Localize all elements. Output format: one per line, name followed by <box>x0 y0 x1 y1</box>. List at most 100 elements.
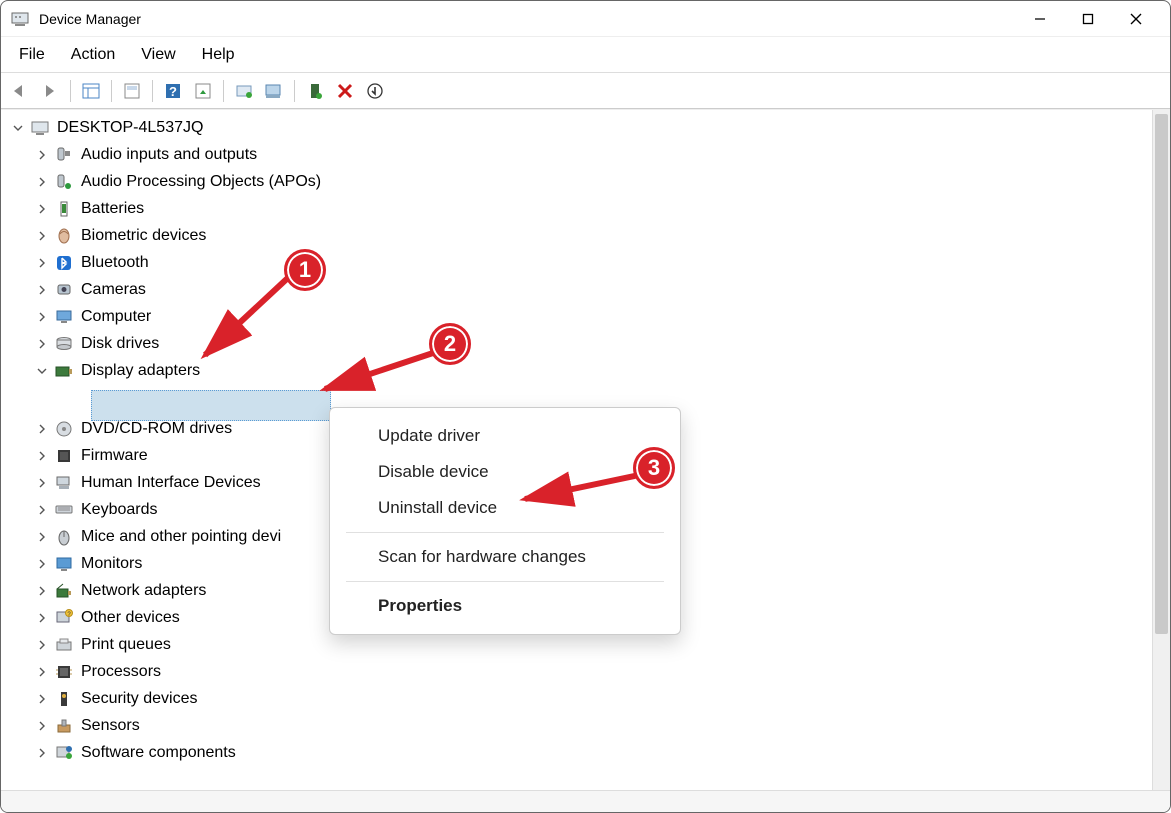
tree-category-label: Processors <box>81 663 161 681</box>
back-button[interactable] <box>7 78 33 104</box>
update-button[interactable] <box>190 78 216 104</box>
chevron-right-icon[interactable] <box>35 611 49 625</box>
scrollbar-thumb[interactable] <box>1155 114 1168 634</box>
tree-category-label: Cameras <box>81 281 146 299</box>
chevron-right-icon[interactable] <box>35 310 49 324</box>
maximize-button[interactable] <box>1064 1 1112 37</box>
device-manager-window: Device Manager File Action View Help ? <box>0 0 1171 813</box>
tree-category-label: Display adapters <box>81 362 200 380</box>
tree-root[interactable]: DESKTOP-4L537JQ <box>11 114 1152 141</box>
annotation-badge-2: 2 <box>429 323 471 365</box>
tree-category[interactable]: Sensors <box>11 712 1152 739</box>
chevron-right-icon[interactable] <box>35 503 49 517</box>
category-icon: ? <box>53 607 75 629</box>
category-icon <box>53 144 75 166</box>
show-hidden-button[interactable] <box>78 78 104 104</box>
tree-category-label: Keyboards <box>81 501 158 519</box>
tree-category[interactable]: Batteries <box>11 195 1152 222</box>
annotation-arrow-2 <box>311 345 451 405</box>
category-icon <box>53 333 75 355</box>
tree-category-label: Print queues <box>81 636 171 654</box>
menu-file[interactable]: File <box>7 42 57 68</box>
annotation-badge-1: 1 <box>284 249 326 291</box>
tree-category[interactable]: Biometric devices <box>11 222 1152 249</box>
tree-category[interactable]: Computer <box>11 303 1152 330</box>
context-scan-hardware[interactable]: Scan for hardware changes <box>330 539 680 575</box>
tree-category[interactable]: Display adapters <box>11 357 1152 384</box>
tree-category[interactable]: Audio Processing Objects (APOs) <box>11 168 1152 195</box>
category-icon <box>53 742 75 764</box>
chevron-right-icon[interactable] <box>35 229 49 243</box>
uninstall-button[interactable] <box>332 78 358 104</box>
toolbar: ? <box>1 73 1170 109</box>
chevron-right-icon[interactable] <box>35 638 49 652</box>
category-icon <box>53 445 75 467</box>
tree-category-label: Batteries <box>81 200 144 218</box>
context-update-driver[interactable]: Update driver <box>330 418 680 454</box>
chevron-right-icon[interactable] <box>35 476 49 490</box>
context-separator <box>346 581 664 582</box>
tree-category[interactable]: Processors <box>11 658 1152 685</box>
forward-button[interactable] <box>37 78 63 104</box>
tree-category[interactable]: Cameras <box>11 276 1152 303</box>
app-icon <box>11 10 29 28</box>
tree-category-label: DVD/CD-ROM drives <box>81 420 232 438</box>
category-icon <box>53 661 75 683</box>
chevron-right-icon[interactable] <box>35 530 49 544</box>
chevron-right-icon[interactable] <box>35 665 49 679</box>
chevron-right-icon[interactable] <box>35 283 49 297</box>
scan-button[interactable] <box>231 78 257 104</box>
chevron-right-icon[interactable] <box>35 584 49 598</box>
category-icon <box>53 688 75 710</box>
annotation-arrow-1 <box>191 269 301 369</box>
minimize-button[interactable] <box>1016 1 1064 37</box>
chevron-right-icon[interactable] <box>35 148 49 162</box>
context-menu: Update driver Disable device Uninstall d… <box>329 407 681 635</box>
chevron-down-icon[interactable] <box>11 121 25 135</box>
add-driver-button[interactable] <box>261 78 287 104</box>
tree-category-label: Bluetooth <box>81 254 149 272</box>
tree-category[interactable]: Bluetooth <box>11 249 1152 276</box>
chevron-right-icon[interactable] <box>35 337 49 351</box>
tree-category[interactable]: Print queues <box>11 631 1152 658</box>
category-icon <box>53 171 75 193</box>
help-button[interactable]: ? <box>160 78 186 104</box>
annotation-badge-3: 3 <box>633 447 675 489</box>
chevron-right-icon[interactable] <box>35 746 49 760</box>
properties-button[interactable] <box>119 78 145 104</box>
menu-view[interactable]: View <box>129 42 187 68</box>
tree-category-label: Network adapters <box>81 582 206 600</box>
context-separator <box>346 532 664 533</box>
computer-icon <box>29 117 51 139</box>
category-icon <box>53 418 75 440</box>
chevron-right-icon[interactable] <box>35 175 49 189</box>
category-icon <box>53 225 75 247</box>
enable-button[interactable] <box>302 78 328 104</box>
close-button[interactable] <box>1112 1 1160 37</box>
context-properties[interactable]: Properties <box>330 588 680 624</box>
chevron-down-icon[interactable] <box>35 364 49 378</box>
tree-category-label: Monitors <box>81 555 142 573</box>
chevron-right-icon[interactable] <box>35 692 49 706</box>
tree-category[interactable]: Audio inputs and outputs <box>11 141 1152 168</box>
tree-category[interactable]: Software components <box>11 739 1152 766</box>
vertical-scrollbar[interactable] <box>1152 110 1170 790</box>
tree-category[interactable]: Security devices <box>11 685 1152 712</box>
chevron-right-icon[interactable] <box>35 202 49 216</box>
chevron-right-icon[interactable] <box>35 557 49 571</box>
chevron-right-icon[interactable] <box>35 422 49 436</box>
devices-by-connection-button[interactable] <box>362 78 388 104</box>
menu-action[interactable]: Action <box>59 42 127 68</box>
tree-category-label: Human Interface Devices <box>81 474 261 492</box>
category-icon <box>53 715 75 737</box>
category-icon <box>53 472 75 494</box>
category-icon <box>53 553 75 575</box>
chevron-right-icon[interactable] <box>35 719 49 733</box>
svg-text:?: ? <box>169 84 177 99</box>
menu-help[interactable]: Help <box>190 42 247 68</box>
category-icon <box>53 526 75 548</box>
chevron-right-icon[interactable] <box>35 256 49 270</box>
annotation-arrow-3 <box>511 469 651 509</box>
tree-category[interactable]: Disk drives <box>11 330 1152 357</box>
chevron-right-icon[interactable] <box>35 449 49 463</box>
